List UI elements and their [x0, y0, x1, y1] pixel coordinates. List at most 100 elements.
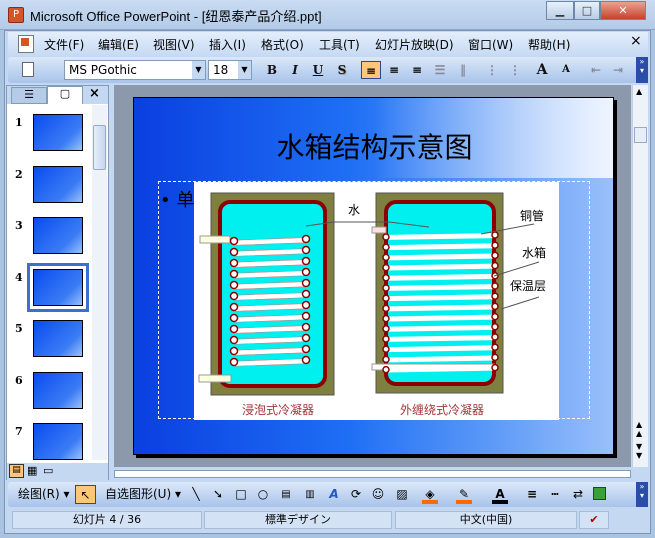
- font-size-select[interactable]: 18 ▼: [208, 60, 252, 80]
- toolbar-options-icon[interactable]: » ▾: [636, 482, 648, 507]
- arrow-icon[interactable]: ➘: [210, 485, 226, 504]
- slide-thumbnail-5[interactable]: [33, 320, 83, 357]
- 3d-style-icon[interactable]: [593, 487, 606, 500]
- font-select[interactable]: MS PGothic ▼: [64, 60, 206, 80]
- caption-immersed: 浸泡式冷凝器: [242, 402, 314, 417]
- vertical-scrollbar[interactable]: ▲ ▲ ▲ ▼ ▼: [632, 85, 648, 467]
- chevron-down-icon[interactable]: ▼: [192, 61, 205, 79]
- align-left-button[interactable]: ≡: [361, 61, 381, 79]
- chevron-down-icon[interactable]: ▼: [238, 61, 251, 79]
- slide-thumbnail-2[interactable]: [33, 165, 83, 203]
- next-slide-icon[interactable]: ▼ ▼: [636, 442, 642, 460]
- tab-outline[interactable]: ☰: [11, 87, 47, 104]
- close-button[interactable]: ✕: [600, 1, 646, 20]
- menu-edit[interactable]: 编辑(E): [98, 36, 139, 53]
- align-center-button[interactable]: ≡: [384, 61, 404, 79]
- decrease-indent-button[interactable]: ⇤: [586, 61, 606, 79]
- autoshapes-button[interactable]: 自选图形(U) ▾: [105, 485, 181, 504]
- menu-file[interactable]: 文件(F): [44, 36, 84, 53]
- slide-thumbnail-1[interactable]: [33, 114, 83, 151]
- coil-end: [382, 243, 390, 251]
- picture-icon[interactable]: ▨: [394, 485, 410, 504]
- water-tank-diagram[interactable]: 水 铜管 水箱 保温层 浸泡式冷凝器 外缠绕式冷凝器: [194, 182, 559, 420]
- rectangle-icon[interactable]: □: [232, 485, 250, 504]
- distribute-button[interactable]: ☰: [430, 61, 450, 79]
- textbox-icon[interactable]: ▤: [278, 485, 294, 504]
- draw-menu-button[interactable]: 绘图(R) ▾: [18, 485, 70, 504]
- coil-end: [382, 314, 390, 323]
- fill-color-icon[interactable]: ◈: [422, 485, 438, 504]
- text-direction-button[interactable]: ‖: [453, 61, 473, 79]
- coil-end: [229, 324, 239, 334]
- toolbar-options-icon[interactable]: » ▾: [636, 57, 648, 83]
- menu-help[interactable]: 帮助(H): [528, 36, 570, 53]
- bold-button[interactable]: B: [262, 61, 282, 79]
- coil-end: [229, 269, 239, 279]
- select-objects-icon[interactable]: ↖: [75, 485, 96, 504]
- autoshapes-label: 自选图形(U): [105, 487, 172, 501]
- increase-font-button[interactable]: A: [532, 61, 552, 79]
- slide-number: 7: [15, 425, 23, 438]
- scroll-thumb[interactable]: [634, 127, 647, 143]
- font-color-icon[interactable]: A: [492, 485, 508, 504]
- slide-canvas[interactable]: 水箱结构示意图 • 单 水 铜管 水箱 保温层 浸泡式冷凝器 外缠绕式冷凝器: [133, 97, 614, 455]
- menu-slideshow[interactable]: 幻灯片放映(D): [375, 36, 454, 53]
- slide-thumbnail-6[interactable]: [33, 371, 83, 409]
- bullet-text[interactable]: • 单: [160, 186, 194, 212]
- coil-end: [229, 291, 239, 301]
- notes-pane[interactable]: [114, 470, 631, 478]
- normal-view-button[interactable]: ▤: [9, 464, 24, 478]
- document-icon[interactable]: [18, 35, 34, 53]
- menu-insert[interactable]: 插入(I): [209, 36, 246, 53]
- new-document-icon[interactable]: [22, 62, 34, 77]
- slide-sorter-button[interactable]: ▦: [27, 464, 37, 477]
- align-right-button[interactable]: ≡: [407, 61, 427, 79]
- increase-indent-button[interactable]: ⇥: [608, 61, 628, 79]
- minimize-button[interactable]: ▁: [546, 1, 574, 20]
- coil-end: [301, 256, 311, 266]
- slides-scrollbar[interactable]: [92, 105, 107, 460]
- menu-view[interactable]: 视图(V): [153, 36, 195, 53]
- slide-title[interactable]: 水箱结构示意图: [134, 126, 613, 166]
- wordart-icon[interactable]: A: [326, 485, 342, 504]
- caption-wrapped: 外缠绕式冷凝器: [400, 402, 484, 417]
- slideshow-button[interactable]: ▭: [43, 464, 53, 477]
- status-design[interactable]: 標準デザイン: [204, 511, 392, 529]
- italic-button[interactable]: I: [285, 61, 305, 79]
- menu-window[interactable]: 窗口(W): [468, 36, 513, 53]
- slide-thumbnail-4[interactable]: [27, 262, 89, 312]
- coil-end: [491, 282, 499, 290]
- title-bar: P Microsoft Office PowerPoint - [纽恩泰产品介绍…: [0, 0, 655, 30]
- clipart-icon[interactable]: ☺: [370, 485, 386, 504]
- dash-style-icon[interactable]: ┅: [546, 485, 564, 504]
- coil-end: [491, 261, 499, 270]
- menu-tools[interactable]: 工具(T): [319, 36, 360, 53]
- diagram-icon[interactable]: ⟳: [348, 485, 364, 504]
- slide-number: 2: [15, 167, 23, 181]
- decrease-font-button[interactable]: A: [556, 61, 576, 79]
- status-bar: 幻灯片 4 / 36 標準デザイン 中文(中国) ✔: [6, 509, 649, 531]
- pane-close-icon[interactable]: ×: [89, 86, 100, 101]
- previous-slide-icon[interactable]: ▲ ▲: [636, 420, 642, 438]
- maximize-button[interactable]: □: [574, 1, 600, 20]
- slide-thumbnail-7[interactable]: [33, 423, 83, 460]
- line-style-icon[interactable]: ≡: [524, 485, 540, 504]
- vertical-textbox-icon[interactable]: ▥: [302, 485, 318, 504]
- slide-thumbnail-3[interactable]: [33, 217, 83, 254]
- scroll-up-icon[interactable]: ▲: [636, 87, 642, 96]
- menu-format[interactable]: 格式(O): [261, 36, 304, 53]
- scroll-thumb[interactable]: [93, 125, 106, 170]
- line-icon[interactable]: ╲: [188, 485, 204, 504]
- numbering-button[interactable]: ⋮: [482, 61, 502, 79]
- powerpoint-app-icon[interactable]: P: [8, 7, 24, 23]
- coil-end: [382, 263, 390, 272]
- underline-button[interactable]: U: [308, 61, 328, 79]
- arrow-style-icon[interactable]: ⇄: [570, 485, 586, 504]
- line-color-icon[interactable]: ✎: [456, 485, 472, 504]
- spelling-check-icon[interactable]: ✔: [579, 511, 609, 529]
- bullets-button[interactable]: ⋮: [505, 61, 525, 79]
- shadow-button[interactable]: S: [332, 61, 352, 79]
- menu-close-icon[interactable]: ×: [630, 33, 642, 49]
- tab-slides[interactable]: ▢: [47, 86, 83, 104]
- oval-icon[interactable]: ○: [254, 485, 272, 504]
